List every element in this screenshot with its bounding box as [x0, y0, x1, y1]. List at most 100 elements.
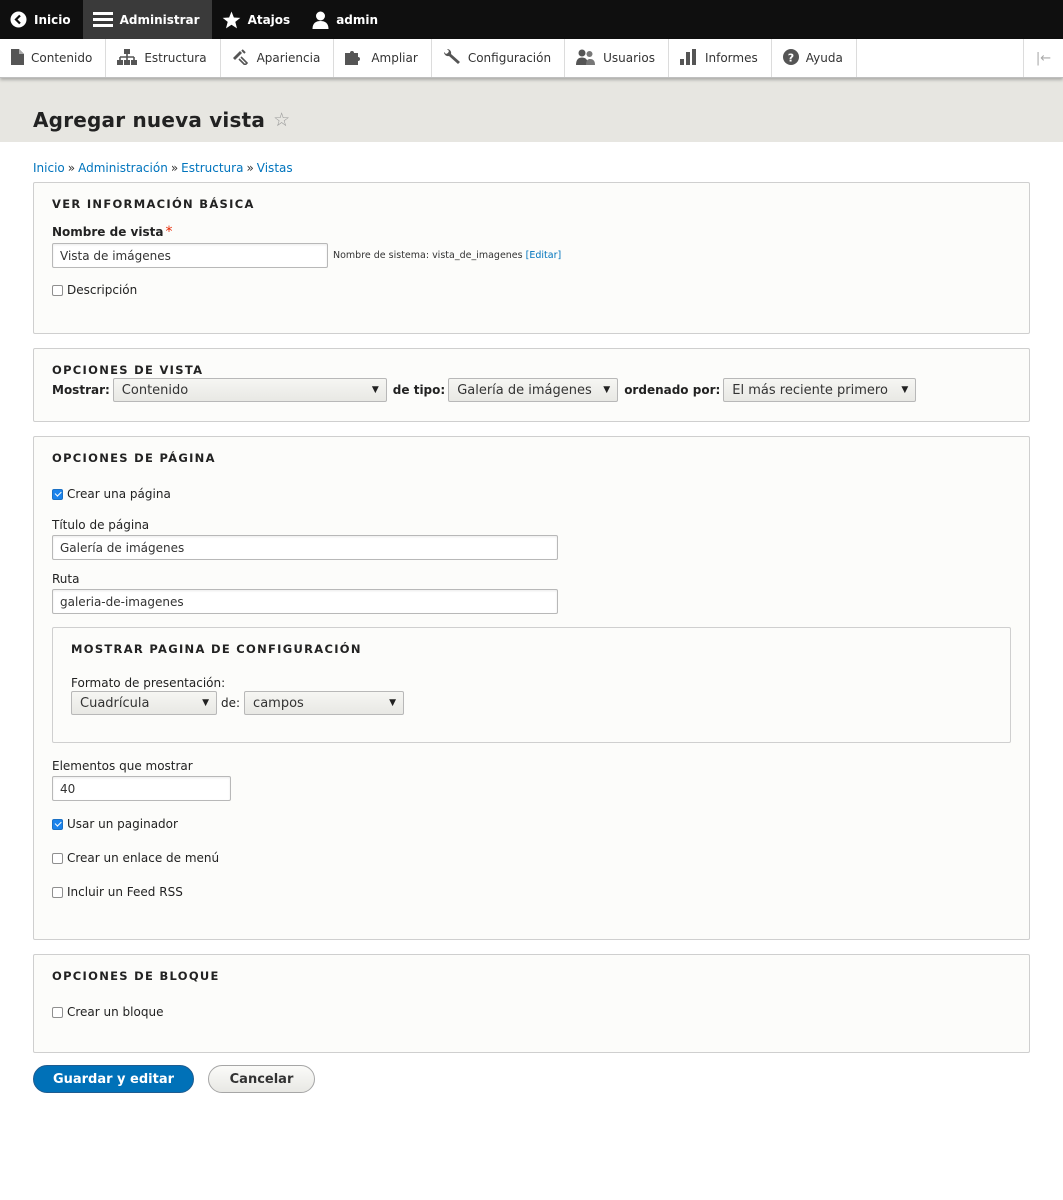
menu-link-checkbox-row[interactable]: Crear un enlace de menú: [52, 851, 1011, 865]
view-options-row: Mostrar: Contenido ▼ de tipo: Galería de…: [52, 378, 1011, 402]
display-format-label: Formato de presentación:: [71, 676, 226, 690]
tray-item-extend[interactable]: Ampliar: [334, 39, 432, 77]
dropdown-arrow-icon: ▼: [901, 385, 909, 395]
help-icon: ?: [782, 48, 799, 68]
machine-name-text: Nombre de sistema: vista_de_imagenes: [333, 250, 523, 261]
rss-checkbox-row[interactable]: Incluir un Feed RSS: [52, 885, 1011, 899]
items-per-page-input[interactable]: 40: [52, 776, 231, 801]
svg-text:?: ?: [788, 51, 794, 64]
tray-item-reports[interactable]: Informes: [669, 39, 772, 77]
menu-link-checkbox[interactable]: [52, 852, 63, 864]
dropdown-arrow-icon: ▼: [389, 698, 397, 708]
basic-info-fieldset: VER INFORMACIÓN BÁSICA Nombre de vista * …: [33, 182, 1030, 334]
show-select[interactable]: Contenido ▼: [112, 378, 387, 402]
required-marker: *: [165, 224, 173, 240]
of-label: de:: [221, 696, 241, 710]
display-format-row: Cuadrícula ▼ de: campos ▼: [71, 691, 992, 715]
display-format-value: Cuadrícula: [80, 695, 150, 711]
type-select[interactable]: Galería de imágenes ▼: [448, 378, 619, 402]
view-name-label: Nombre de vista: [52, 225, 164, 239]
toolbar-user-label: admin: [336, 12, 379, 27]
machine-name-note: Nombre de sistema: vista_de_imagenes [Ed…: [333, 250, 561, 261]
description-checkbox-row[interactable]: Descripción: [52, 283, 1011, 297]
page-title-input[interactable]: Galería de imágenes: [52, 535, 558, 560]
page-options-fieldset: OPCIONES DE PÁGINA Crear una página Títu…: [33, 436, 1030, 940]
tray-orientation-toggle[interactable]: |←: [1023, 39, 1063, 77]
breadcrumb-link-views[interactable]: Vistas: [257, 161, 293, 175]
back-arrow-icon: [10, 11, 27, 28]
admin-tray: Contenido Estructura Apariencia Ampliar …: [0, 39, 1063, 78]
toolbar-shortcuts-tab[interactable]: Atajos: [212, 0, 303, 39]
tray-item-label: Ayuda: [805, 51, 843, 65]
block-options-fieldset: OPCIONES DE BLOQUE Crear un bloque: [33, 954, 1030, 1053]
breadcrumb: Inicio» Administración» Estructura» Vistas: [0, 142, 1063, 182]
create-block-checkbox[interactable]: [52, 1006, 63, 1018]
toolbar-user-tab[interactable]: admin: [302, 0, 390, 39]
toolbar-manage-tab[interactable]: Administrar: [82, 0, 212, 39]
dropdown-arrow-icon: ▼: [603, 385, 611, 395]
breadcrumb-link-structure[interactable]: Estructura: [181, 161, 243, 175]
tray-item-label: Contenido: [31, 51, 93, 65]
sort-select-value: El más reciente primero: [732, 382, 888, 398]
cancel-button[interactable]: Cancelar: [208, 1065, 315, 1093]
tray-item-help[interactable]: ? Ayuda: [772, 39, 857, 77]
wrench-icon: [443, 48, 461, 68]
pager-checkbox-row[interactable]: Usar un paginador: [52, 817, 1011, 831]
toolbar-manage-label: Administrar: [119, 12, 200, 27]
form-actions: Guardar y editar Cancelar: [33, 1065, 1030, 1093]
shortcut-star-icon[interactable]: ☆: [273, 109, 290, 131]
view-options-fieldset: OPCIONES DE VISTA Mostrar: Contenido ▼ d…: [33, 348, 1030, 422]
path-input[interactable]: galeria-de-imagenes: [52, 589, 558, 614]
toolbar-home-link[interactable]: Inicio: [0, 0, 83, 39]
display-format-select[interactable]: Cuadrícula ▼: [71, 691, 217, 715]
create-page-checkbox[interactable]: [52, 488, 63, 500]
rss-checkbox[interactable]: [52, 886, 63, 898]
path-label: Ruta: [52, 572, 80, 586]
tray-item-label: Usuarios: [603, 51, 655, 65]
dropdown-arrow-icon: ▼: [202, 698, 209, 708]
tray-item-content[interactable]: Contenido: [0, 39, 107, 77]
tray-spacer: [857, 39, 1023, 77]
description-checkbox[interactable]: [52, 284, 63, 296]
type-select-value: Galería de imágenes: [457, 382, 592, 398]
menu-link-label: Crear un enlace de menú: [67, 851, 220, 865]
sort-select[interactable]: El más reciente primero ▼: [723, 378, 917, 402]
paint-brush-icon: [232, 48, 250, 68]
type-label: de tipo:: [392, 383, 446, 397]
user-icon: [312, 11, 329, 29]
display-settings-fieldset: MOSTRAR PAGINA DE CONFIGURACIÓN Formato …: [52, 627, 1011, 743]
items-per-page-label: Elementos que mostrar: [52, 759, 193, 773]
description-checkbox-label: Descripción: [67, 283, 138, 297]
tray-item-label: Apariencia: [256, 51, 321, 65]
rss-label: Incluir un Feed RSS: [67, 885, 183, 899]
machine-name-edit-link[interactable]: [Editar]: [526, 250, 562, 261]
puzzle-icon: [345, 49, 364, 68]
toolbar-shortcuts-label: Atajos: [247, 12, 291, 27]
pager-checkbox[interactable]: [52, 818, 63, 830]
sort-label: ordenado por:: [624, 383, 721, 397]
page-header: Agregar nueva vista ☆: [0, 78, 1063, 142]
display-settings-legend: MOSTRAR PAGINA DE CONFIGURACIÓN: [71, 642, 362, 656]
view-options-legend: OPCIONES DE VISTA: [52, 363, 204, 377]
breadcrumb-link-home[interactable]: Inicio: [33, 161, 65, 175]
create-block-checkbox-row[interactable]: Crear un bloque: [52, 1005, 1011, 1019]
tray-item-structure[interactable]: Estructura: [106, 39, 221, 77]
create-page-checkbox-row[interactable]: Crear una página: [52, 487, 1011, 501]
block-options-legend: OPCIONES DE BLOQUE: [52, 969, 220, 983]
save-and-edit-button[interactable]: Guardar y editar: [33, 1065, 194, 1093]
tray-item-people[interactable]: Usuarios: [565, 39, 669, 77]
tray-item-appearance[interactable]: Apariencia: [221, 39, 335, 77]
breadcrumb-separator: »: [170, 161, 179, 175]
breadcrumb-link-admin[interactable]: Administración: [78, 161, 168, 175]
row-style-select[interactable]: campos ▼: [244, 691, 405, 715]
view-name-label-row: Nombre de vista *: [52, 224, 1011, 240]
dropdown-arrow-icon: ▼: [371, 385, 379, 395]
basic-info-legend: VER INFORMACIÓN BÁSICA: [52, 197, 255, 211]
show-select-value: Contenido: [121, 382, 189, 398]
view-name-input[interactable]: Vista de imágenes: [52, 243, 328, 268]
tray-item-label: Informes: [704, 51, 758, 65]
tray-item-configuration[interactable]: Configuración: [432, 39, 566, 77]
pager-label: Usar un paginador: [67, 817, 178, 831]
show-label: Mostrar:: [52, 383, 110, 397]
page-options-legend: OPCIONES DE PÁGINA: [52, 451, 216, 465]
